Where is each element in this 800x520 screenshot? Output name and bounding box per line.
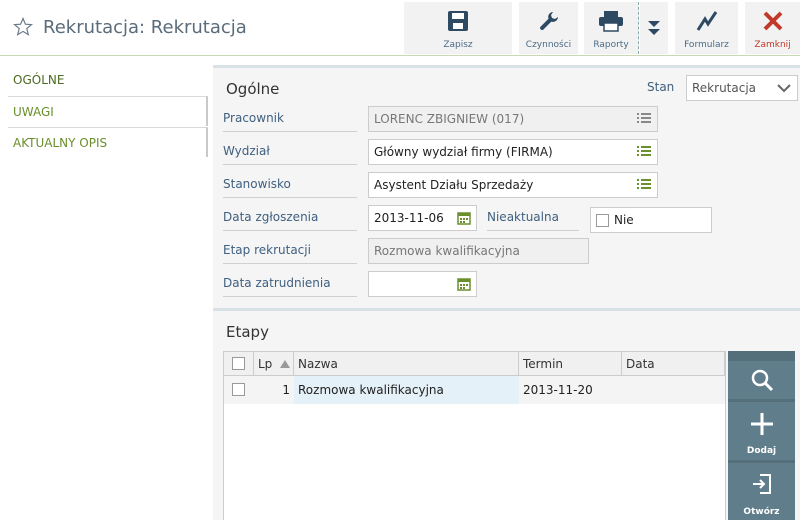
actions-label: Czynności — [525, 40, 572, 50]
row-checkbox[interactable] — [232, 383, 245, 396]
form-button[interactable]: Formularz — [675, 2, 738, 54]
data-zgloszenia-label: Data zgłoszenia — [223, 205, 357, 231]
sort-asc-icon — [280, 360, 290, 368]
search-icon — [751, 369, 773, 392]
row-lp: 1 — [282, 383, 290, 397]
actions-button[interactable]: Czynności — [519, 2, 578, 54]
stanowisko-value: Asystent Działu Sprzedaży — [374, 178, 534, 192]
reports-button[interactable]: Raporty — [584, 2, 639, 54]
column-nazwa[interactable]: Nazwa — [294, 352, 519, 376]
chart-icon — [696, 11, 717, 31]
stanowisko-label: Stanowisko — [223, 172, 357, 198]
close-button[interactable]: Zamknij — [745, 2, 800, 54]
column-termin[interactable]: Termin — [519, 352, 622, 376]
open-button[interactable]: Otwórz — [728, 463, 795, 520]
chevron-down-icon — [777, 84, 791, 93]
grid-actions: Dodaj Otwórz — [728, 351, 795, 520]
data-zatrudnienia-label: Data zatrudnienia — [223, 271, 357, 297]
reports-label: Raporty — [593, 40, 629, 50]
list-icon[interactable] — [637, 145, 651, 157]
nieaktualna-field[interactable]: Nie — [590, 207, 712, 233]
etapy-grid: Lp Nazwa Termin Data 1 Rozmowa kwalifika… — [223, 351, 726, 520]
stan-value: Rekrutacja — [692, 81, 757, 95]
column-data[interactable]: Data — [622, 352, 725, 376]
etap-label: Etap rekrutacji — [223, 238, 357, 264]
add-button[interactable]: Dodaj — [728, 402, 795, 460]
row-termin: 2013-11-20 — [523, 383, 593, 397]
nav-item-uwagi[interactable]: UWAGI — [8, 96, 208, 126]
data-zgloszenia-field[interactable]: 2013-11-06 — [368, 205, 477, 231]
open-icon — [752, 474, 771, 494]
calendar-icon[interactable] — [457, 277, 471, 291]
pracownik-value: LORENC ZBIGNIEW (017) — [374, 112, 525, 126]
header: Rekrutacja: Rekrutacja Zapisz Czynności … — [0, 0, 800, 56]
save-icon — [448, 11, 468, 31]
chevron-down-icon — [648, 21, 660, 35]
stanowisko-field[interactable]: Asystent Działu Sprzedaży — [368, 172, 658, 198]
nieaktualna-label: Nieaktualna — [487, 205, 579, 231]
left-nav: OGÓLNE UWAGI AKTUALNY OPIS — [0, 56, 208, 520]
nav-item-ogolne[interactable]: OGÓLNE — [8, 65, 208, 95]
open-label: Otwórz — [743, 507, 780, 517]
search-button[interactable] — [728, 361, 795, 399]
nieaktualna-checkbox[interactable] — [596, 214, 609, 227]
data-zatrudnienia-field[interactable] — [368, 271, 477, 297]
save-label: Zapisz — [443, 40, 473, 50]
row-data — [622, 376, 725, 404]
list-icon[interactable] — [637, 112, 651, 124]
plus-icon — [750, 413, 773, 435]
nieaktualna-value: Nie — [614, 213, 634, 227]
wydzial-field[interactable]: Główny wydział firmy (FIRMA) — [368, 139, 658, 165]
stan-select[interactable]: Rekrutacja — [686, 75, 798, 101]
data-zgloszenia-value: 2013-11-06 — [374, 211, 444, 225]
page-title: Rekrutacja: Rekrutacja — [43, 17, 247, 38]
calendar-icon[interactable] — [457, 211, 471, 225]
wydzial-value: Główny wydział firmy (FIRMA) — [374, 145, 553, 159]
pracownik-field[interactable]: LORENC ZBIGNIEW (017) — [368, 106, 658, 132]
etap-value: Rozmowa kwalifikacyjna — [374, 244, 520, 258]
wrench-icon — [539, 12, 558, 30]
close-icon — [763, 11, 782, 31]
table-row[interactable]: 1 Rozmowa kwalifikacyjna 2013-11-20 — [224, 376, 725, 404]
add-label: Dodaj — [746, 446, 777, 456]
column-lp[interactable]: Lp — [254, 352, 294, 376]
nav-item-aktualny-opis[interactable]: AKTUALNY OPIS — [8, 127, 208, 157]
section-title: Etapy — [226, 323, 269, 341]
printer-icon — [599, 11, 623, 32]
main-panel: Ogólne Stan Rekrutacja Pracownik LORENC … — [213, 65, 800, 520]
form-label: Formularz — [684, 40, 729, 50]
row-nazwa: Rozmowa kwalifikacyjna — [294, 376, 519, 404]
close-label: Zamknij — [754, 40, 791, 50]
general-section: Ogólne Stan Rekrutacja Pracownik LORENC … — [213, 65, 800, 308]
reports-dropdown-button[interactable] — [640, 2, 668, 54]
star-icon[interactable] — [13, 17, 33, 37]
select-all-checkbox[interactable] — [232, 357, 245, 370]
section-title: Ogólne — [226, 80, 280, 98]
etapy-section: Etapy Lp Nazwa Termin Data 1 Rozmowa kwa… — [213, 308, 800, 520]
select-all-column — [224, 352, 254, 376]
grid-header: Lp Nazwa Termin Data — [224, 352, 725, 376]
column-lp-label: Lp — [258, 357, 273, 371]
stan-label: Stan — [647, 80, 675, 94]
pracownik-label: Pracownik — [223, 106, 357, 132]
wydzial-label: Wydział — [223, 139, 357, 165]
list-icon[interactable] — [637, 178, 651, 190]
etap-field[interactable]: Rozmowa kwalifikacyjna — [368, 238, 589, 264]
save-button[interactable]: Zapisz — [404, 2, 512, 54]
